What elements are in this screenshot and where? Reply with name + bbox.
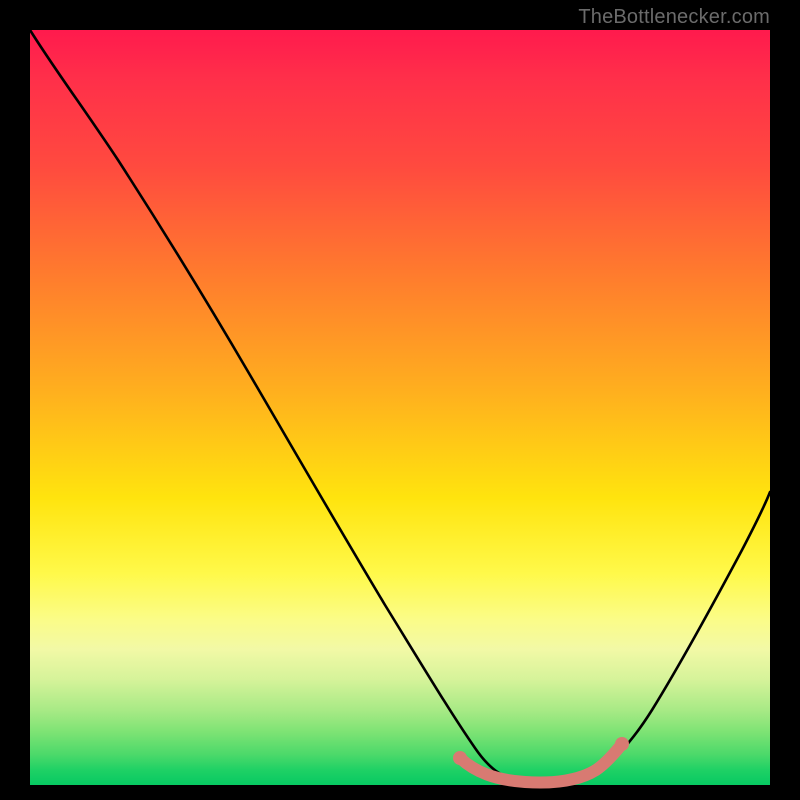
optimal-range-highlight bbox=[460, 744, 622, 783]
chart-frame: TheBottlenecker.com bbox=[0, 0, 800, 800]
credit-text: TheBottlenecker.com bbox=[578, 6, 770, 29]
bottleneck-curve bbox=[30, 30, 770, 783]
highlight-end-dot-right bbox=[615, 737, 629, 751]
highlight-end-dot-left bbox=[453, 751, 467, 765]
curves-layer bbox=[30, 30, 770, 785]
